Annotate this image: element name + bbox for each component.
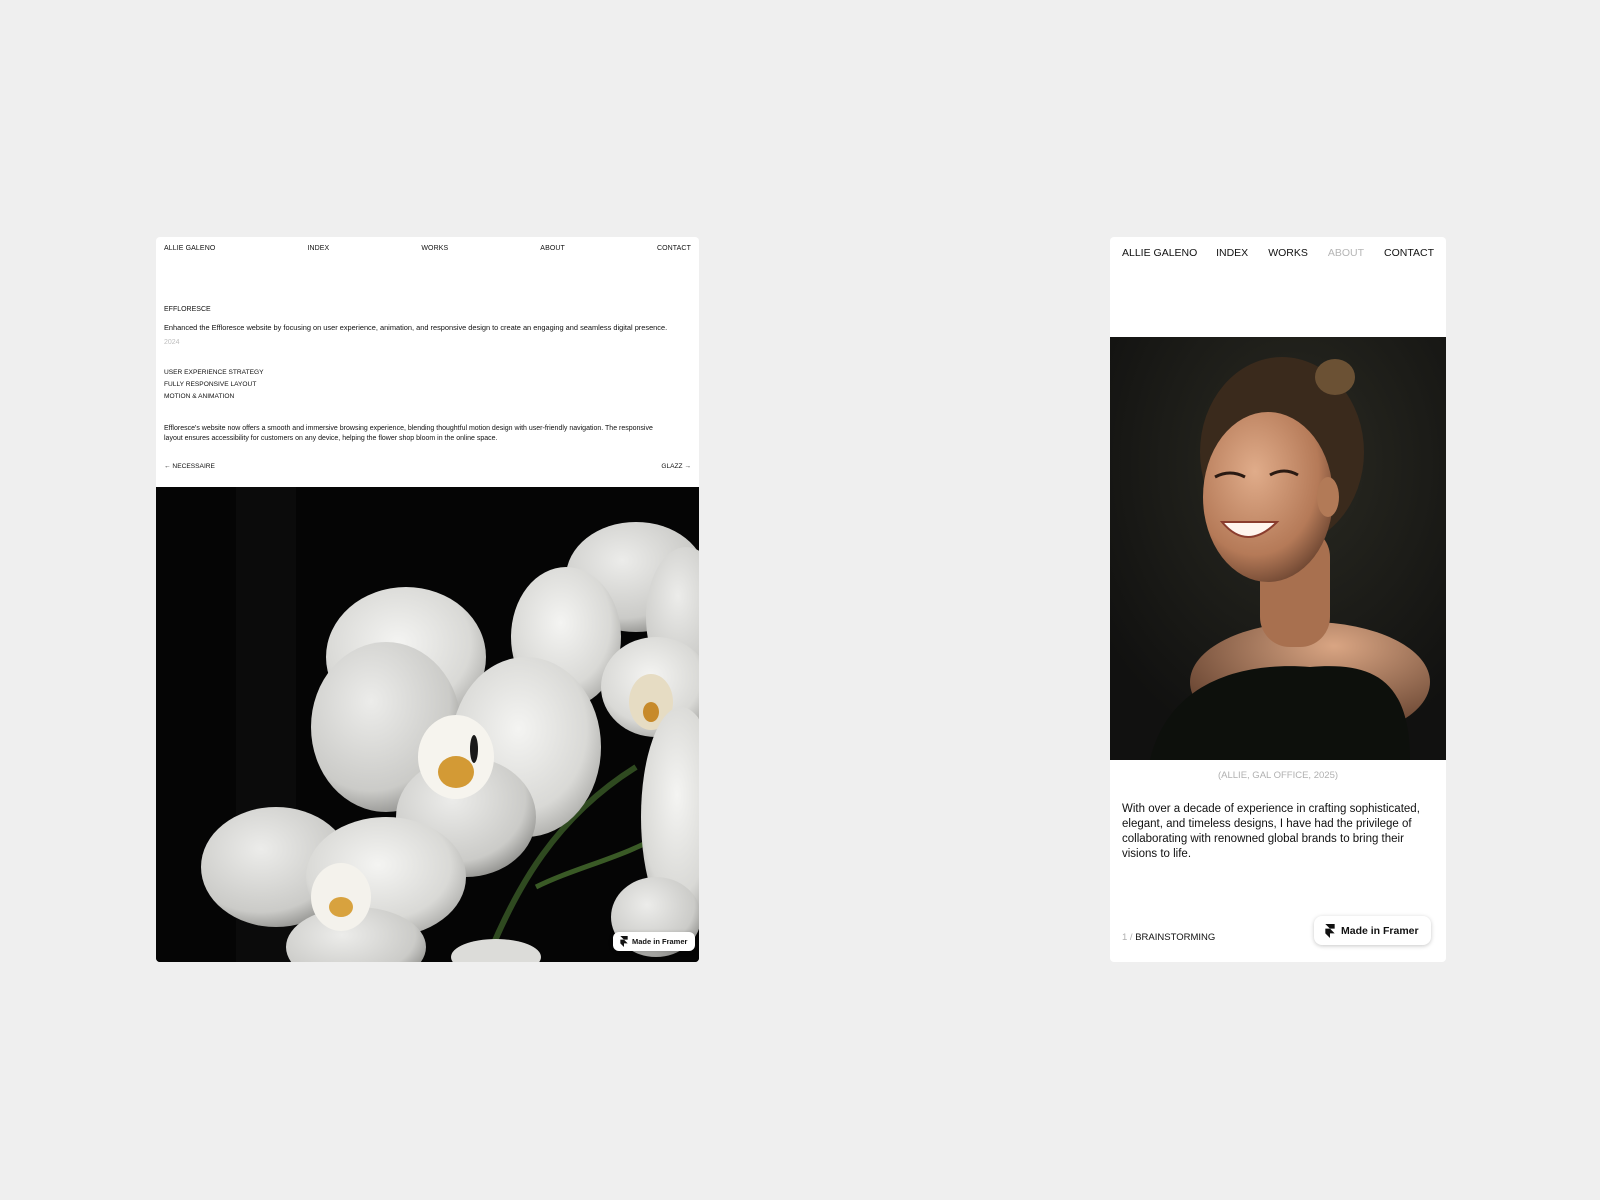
nav-link-about[interactable]: ABOUT — [1328, 247, 1364, 259]
made-in-framer-badge[interactable]: Made in Framer — [613, 932, 696, 951]
project-info: EFFLORESCE Enhanced the Efflorescе websi… — [156, 306, 699, 470]
framer-logo-icon — [1325, 923, 1335, 938]
next-project-link[interactable]: GLAZZ → — [661, 463, 691, 470]
section-label: BRAINSTORMING — [1135, 932, 1216, 943]
section-index: 1 / BRAINSTORMING — [1122, 932, 1215, 943]
badge-label: Made in Framer — [632, 937, 688, 946]
nav-link-index[interactable]: INDEX — [307, 245, 329, 252]
nav-link-index[interactable]: INDEX — [1216, 247, 1248, 259]
section-number: 1 / — [1122, 932, 1133, 943]
bio-text: With over a decade of experience in craf… — [1122, 803, 1420, 860]
project-year: 2024 — [164, 339, 180, 346]
project-title: EFFLORESCE — [164, 306, 211, 313]
framer-logo-icon — [620, 936, 628, 947]
prev-project-link[interactable]: ← NECESSAIRE — [164, 463, 215, 470]
service-item: FULLY RESPONSIVE LAYOUT — [164, 381, 257, 388]
nav-links: INDEX WORKS ABOUT CONTACT — [1216, 247, 1434, 259]
orchid-photo — [156, 487, 699, 962]
nav-link-contact[interactable]: CONTACT — [657, 245, 691, 252]
nav-link-works[interactable]: WORKS — [1268, 247, 1308, 259]
project-body: Efflorescе's website now offers a smooth… — [164, 425, 653, 442]
nav-link-works[interactable]: WORKS — [421, 245, 448, 252]
photo-caption: (ALLIE, GAL OFFICE, 2025) — [1217, 770, 1339, 781]
mobile-about-page: ALLIE GALENO INDEX WORKS ABOUT CONTACT (… — [1110, 237, 1446, 962]
portrait-photo — [1110, 337, 1446, 760]
brand-link[interactable]: ALLIE GALENO — [1122, 247, 1216, 259]
top-nav: ALLIE GALENO INDEX WORKS ABOUT CONTACT — [1110, 237, 1446, 259]
project-description: Enhanced the Efflorescе website by focus… — [164, 323, 668, 332]
top-nav: ALLIE GALENO INDEX WORKS ABOUT CONTACT — [156, 237, 699, 252]
project-pager: ← NECESSAIRE GLAZZ → — [164, 463, 691, 470]
service-item: USER EXPERIENCE STRATEGY — [164, 369, 264, 376]
service-item: MOTION & ANIMATION — [164, 393, 235, 400]
brand-link[interactable]: ALLIE GALENO — [164, 245, 215, 252]
made-in-framer-badge[interactable]: Made in Framer — [1314, 916, 1431, 945]
desktop-project-page: ALLIE GALENO INDEX WORKS ABOUT CONTACT E… — [156, 237, 699, 962]
nav-link-contact[interactable]: CONTACT — [1384, 247, 1434, 259]
nav-link-about[interactable]: ABOUT — [540, 245, 565, 252]
services-list: USER EXPERIENCE STRATEGY FULLY RESPONSIV… — [164, 367, 691, 403]
badge-label: Made in Framer — [1341, 924, 1419, 937]
